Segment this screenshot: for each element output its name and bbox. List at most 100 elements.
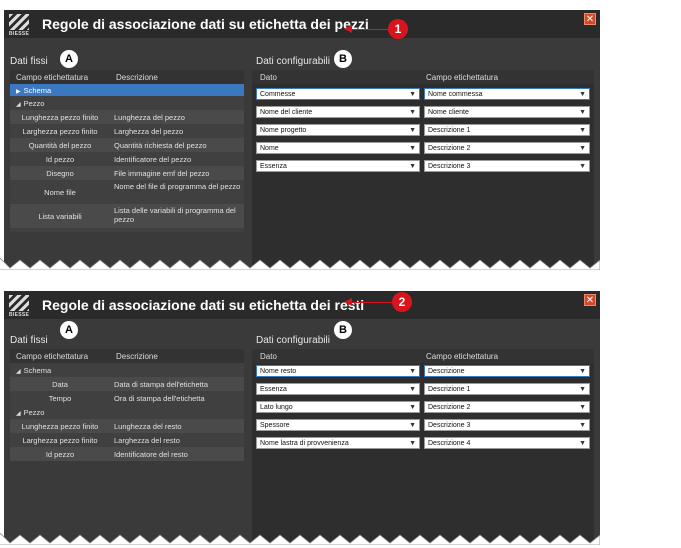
table-row[interactable]: Id pezzo Identificatore del pezzo — [10, 152, 244, 166]
column-header-campo: Campo etichettatura — [16, 352, 89, 361]
dropdown-arrow-icon[interactable]: ▼ — [579, 366, 586, 376]
tree-group-schema[interactable]: ◢ Schema — [10, 363, 244, 377]
collapse-arrow-icon[interactable]: ◢ — [16, 411, 21, 417]
dropdown-arrow-icon[interactable]: ▼ — [409, 420, 416, 430]
table-row[interactable]: Tempo Ora di stampa dell'etichetta — [10, 391, 244, 405]
dropdown-arrow-icon[interactable]: ▼ — [579, 402, 586, 412]
dropdown-arrow-icon[interactable]: ▼ — [579, 384, 586, 394]
dati-configurabili-label: Dati configurabili — [256, 335, 330, 346]
column-header-campo: Campo etichettatura — [16, 73, 89, 82]
biesse-logo: BIESSE — [9, 295, 33, 319]
dropdown-arrow-icon[interactable]: ▼ — [579, 107, 586, 117]
collapse-arrow-icon[interactable]: ◢ — [16, 369, 21, 375]
title-bar: BIESSE Regole di associazione dati su et… — [4, 291, 600, 319]
table-row[interactable]: Disegno File immagine emf del pezzo — [10, 166, 244, 180]
tree-group-pezzo[interactable]: ◢ Pezzo — [10, 96, 244, 110]
torn-edge — [0, 258, 600, 270]
badge-a: A — [60, 321, 78, 339]
dropdown-arrow-icon[interactable]: ▼ — [409, 143, 416, 153]
table-header: Dato Campo etichettatura — [252, 70, 594, 84]
callout-arrow-icon — [344, 25, 352, 33]
campo-select[interactable]: Descrizione 3 ▼ — [424, 419, 590, 431]
table-header: Campo etichettatura Descrizione — [10, 349, 244, 363]
dato-select[interactable]: Essenza ▼ — [256, 160, 420, 172]
configurable-data-table: Dato Campo etichettatura Commesse ▼ Nome … — [252, 70, 594, 268]
close-button[interactable]: ✕ — [584, 13, 596, 25]
column-header-descrizione: Descrizione — [116, 73, 158, 82]
campo-select[interactable]: Descrizione ▼ — [424, 365, 590, 377]
dato-select[interactable]: Nome resto ▼ — [256, 365, 420, 377]
table-row[interactable]: Larghezza pezzo finito Larghezza del rest… — [10, 433, 244, 447]
campo-select[interactable]: Descrizione 1 ▼ — [424, 383, 590, 395]
column-header-campo: Campo etichettatura — [426, 73, 499, 82]
table-row[interactable]: Lista variabili Lista delle variabili di … — [10, 204, 244, 228]
configurable-data-table: Dato Campo etichettatura Nome resto ▼ Des… — [252, 349, 594, 543]
table-row[interactable]: Larghezza pezzo finito Larghezza del pezz… — [10, 124, 244, 138]
campo-select[interactable]: Nome commessa ▼ — [424, 88, 590, 100]
dialog-pezzi: BIESSE Regole di associazione dati su et… — [4, 10, 600, 268]
torn-edge — [0, 533, 600, 545]
table-row[interactable]: Quantità del pezzo Quantità richiesta del… — [10, 138, 244, 152]
dropdown-arrow-icon[interactable]: ▼ — [409, 125, 416, 135]
dato-select[interactable]: Spessore ▼ — [256, 419, 420, 431]
table-row[interactable]: Lunghezza pezzo finito Lunghezza del pezz… — [10, 110, 244, 124]
dato-select[interactable]: Commesse ▼ — [256, 88, 420, 100]
badge-b: B — [334, 50, 352, 68]
dato-select[interactable]: Nome progetto ▼ — [256, 124, 420, 136]
callout-number: 2 — [392, 292, 412, 312]
table-row[interactable]: Nome file Nome del file di programma del … — [10, 180, 244, 204]
dati-fissi-label: Dati fissi — [10, 335, 48, 346]
dropdown-arrow-icon[interactable]: ▼ — [579, 143, 586, 153]
callout-number: 1 — [388, 19, 408, 39]
dropdown-arrow-icon[interactable]: ▼ — [579, 125, 586, 135]
dialog-resti: BIESSE Regole di associazione dati su et… — [4, 291, 600, 543]
dropdown-arrow-icon[interactable]: ▼ — [409, 384, 416, 394]
biesse-logo: BIESSE — [9, 14, 33, 38]
close-button[interactable]: ✕ — [584, 294, 596, 306]
dropdown-arrow-icon[interactable]: ▼ — [579, 420, 586, 430]
dato-select[interactable]: Lato lungo ▼ — [256, 401, 420, 413]
table-row[interactable]: Data Data di stampa dell'etichetta — [10, 377, 244, 391]
table-header: Dato Campo etichettatura — [252, 349, 594, 363]
dropdown-arrow-icon[interactable]: ▼ — [409, 107, 416, 117]
campo-select[interactable]: Descrizione 2 ▼ — [424, 401, 590, 413]
dato-select[interactable]: Essenza ▼ — [256, 383, 420, 395]
campo-select[interactable]: Nome cliente ▼ — [424, 106, 590, 118]
campo-select[interactable]: Descrizione 1 ▼ — [424, 124, 590, 136]
dropdown-arrow-icon[interactable]: ▼ — [409, 89, 416, 99]
column-header-campo: Campo etichettatura — [426, 352, 499, 361]
table-row[interactable]: Id pezzo Identificatore del resto — [10, 447, 244, 461]
table-row[interactable]: Lunghezza pezzo finito Lunghezza del rest… — [10, 419, 244, 433]
badge-a: A — [60, 50, 78, 68]
tree-group-schema[interactable]: ▶ Schema — [10, 84, 244, 96]
dropdown-arrow-icon[interactable]: ▼ — [409, 161, 416, 171]
dropdown-arrow-icon[interactable]: ▼ — [579, 161, 586, 171]
campo-select[interactable]: Descrizione 3 ▼ — [424, 160, 590, 172]
dato-select[interactable]: Nome lastra di provvenienza ▼ — [256, 437, 420, 449]
column-header-dato: Dato — [260, 73, 277, 82]
callout-line — [352, 29, 388, 30]
callout-line — [352, 302, 392, 303]
dato-select[interactable]: Nome del cliente ▼ — [256, 106, 420, 118]
fixed-data-table: Campo etichettatura Descrizione ◢ Schema … — [10, 349, 244, 461]
tree-group-pezzo[interactable]: ◢ Pezzo — [10, 405, 244, 419]
table-header: Campo etichettatura Descrizione — [10, 70, 244, 84]
column-header-descrizione: Descrizione — [116, 352, 158, 361]
dropdown-arrow-icon[interactable]: ▼ — [579, 89, 586, 99]
title-bar: BIESSE Regole di associazione dati su et… — [4, 10, 600, 38]
dialog-title: Regole di associazione dati su etichetta… — [42, 16, 369, 32]
callout-arrow-icon — [344, 298, 352, 306]
column-header-dato: Dato — [260, 352, 277, 361]
badge-b: B — [334, 321, 352, 339]
dropdown-arrow-icon[interactable]: ▼ — [409, 438, 416, 448]
collapse-arrow-icon[interactable]: ◢ — [16, 102, 21, 108]
dati-fissi-label: Dati fissi — [10, 56, 48, 67]
campo-select[interactable]: Descrizione 2 ▼ — [424, 142, 590, 154]
dropdown-arrow-icon[interactable]: ▼ — [409, 366, 416, 376]
dati-configurabili-label: Dati configurabili — [256, 56, 330, 67]
expand-arrow-icon[interactable]: ▶ — [16, 89, 21, 95]
dato-select[interactable]: Nome ▼ — [256, 142, 420, 154]
campo-select[interactable]: Descrizione 4 ▼ — [424, 437, 590, 449]
dropdown-arrow-icon[interactable]: ▼ — [579, 438, 586, 448]
dropdown-arrow-icon[interactable]: ▼ — [409, 402, 416, 412]
